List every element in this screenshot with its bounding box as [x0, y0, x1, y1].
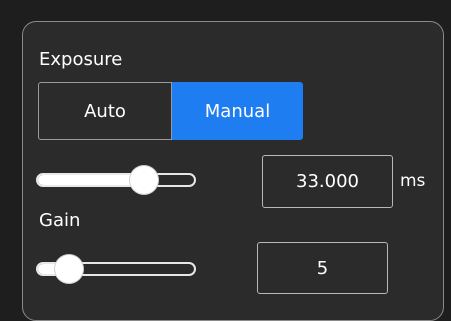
- exposure-auto-button[interactable]: Auto: [38, 82, 172, 140]
- gain-slider-thumb[interactable]: [55, 255, 84, 283]
- exposure-value-field[interactable]: 33.000: [262, 155, 393, 208]
- exposure-slider-fill: [38, 175, 145, 185]
- gain-label: Gain: [39, 210, 81, 231]
- exposure-slider[interactable]: [36, 166, 196, 194]
- gain-value-field[interactable]: 5: [257, 242, 388, 294]
- exposure-unit-label: ms: [400, 171, 426, 191]
- exposure-mode-toggle: Auto Manual: [38, 82, 303, 140]
- exposure-manual-button[interactable]: Manual: [172, 82, 303, 140]
- exposure-label: Exposure: [39, 49, 123, 70]
- exposure-slider-thumb[interactable]: [130, 166, 159, 194]
- gain-slider[interactable]: [36, 255, 196, 283]
